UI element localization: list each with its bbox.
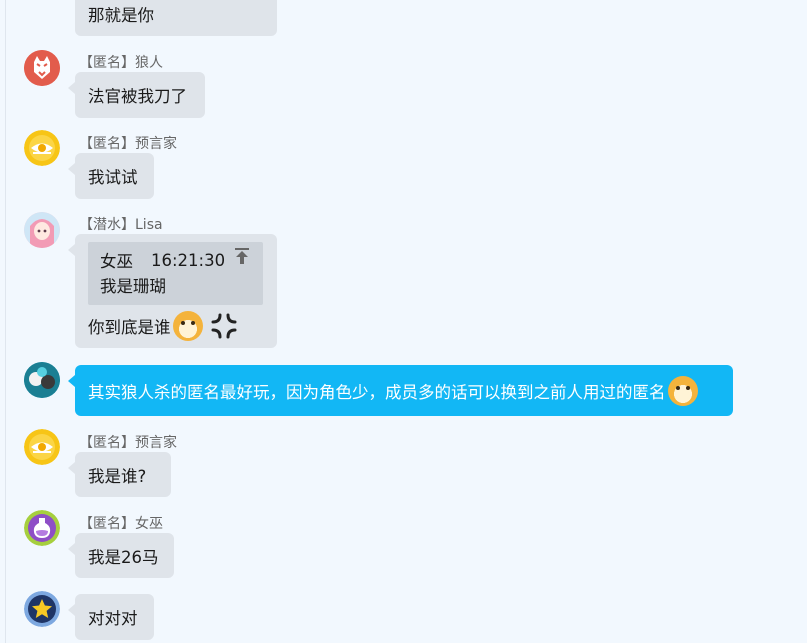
message-bubble[interactable]: 我是谁? [68,452,171,497]
star-icon [24,591,60,627]
anger-icon [211,313,236,339]
eye-icon [24,130,60,166]
message-text: 我试试 [88,168,138,187]
chat-left-border [5,0,6,643]
avatar-star[interactable] [24,591,60,627]
avatar-seer[interactable] [24,429,60,465]
wolf-icon [24,50,60,86]
message-text: 对对对 [88,609,138,628]
avatar-witch[interactable] [24,510,60,546]
message-bubble[interactable]: 其实狼人杀的匿名最好玩，因为角色少，成员多的话可以换到之前人用过的匿名 [68,365,733,416]
avatar-seer[interactable] [24,130,60,166]
avatar-werewolf[interactable] [24,50,60,86]
eye-icon [24,429,60,465]
message-bubble[interactable]: 法官被我刀了 [68,72,205,118]
message-bubble[interactable]: 我试试 [68,153,154,199]
sender-name: 【匿名】女巫 [79,516,163,532]
anime-group-icon [24,362,60,398]
message-bubble[interactable]: 那就是你 [75,0,277,36]
anime-girl-icon [24,212,60,248]
quote-time: 16:21:30 [151,250,226,270]
message-bubble[interactable]: 我是26马 [68,533,174,578]
sender-name: 【潜水】Lisa [79,217,163,233]
message-text: 那就是你 [88,6,154,25]
avatar-self[interactable] [24,362,60,398]
doge-emoji [172,311,203,341]
sender-name: 【匿名】狼人 [79,55,163,71]
message-text: 你到底是谁 [88,318,171,337]
quote-text: 我是珊瑚 [100,277,166,296]
message-text: 我是26马 [88,547,159,567]
potion-icon [24,510,60,546]
message-text: 法官被我刀了 [88,87,187,106]
jump-to-message-icon[interactable] [233,247,251,265]
message-text: 其实狼人杀的匿名最好玩，因为角色少，成员多的话可以换到之前人用过的匿名 [88,382,666,402]
message-bubble[interactable]: 对对对 [68,594,154,640]
message-bubble[interactable]: 女巫 16:21:30 我是珊瑚 你到底是谁 [68,234,277,348]
avatar-lisa[interactable] [24,212,60,248]
doge-emoji [667,375,698,406]
quote-author: 女巫 [100,252,133,271]
sender-name: 【匿名】预言家 [79,435,177,451]
message-text: 我是谁? [88,466,147,486]
quoted-message[interactable]: 女巫 16:21:30 我是珊瑚 [88,242,263,305]
sender-name: 【匿名】预言家 [79,136,177,152]
